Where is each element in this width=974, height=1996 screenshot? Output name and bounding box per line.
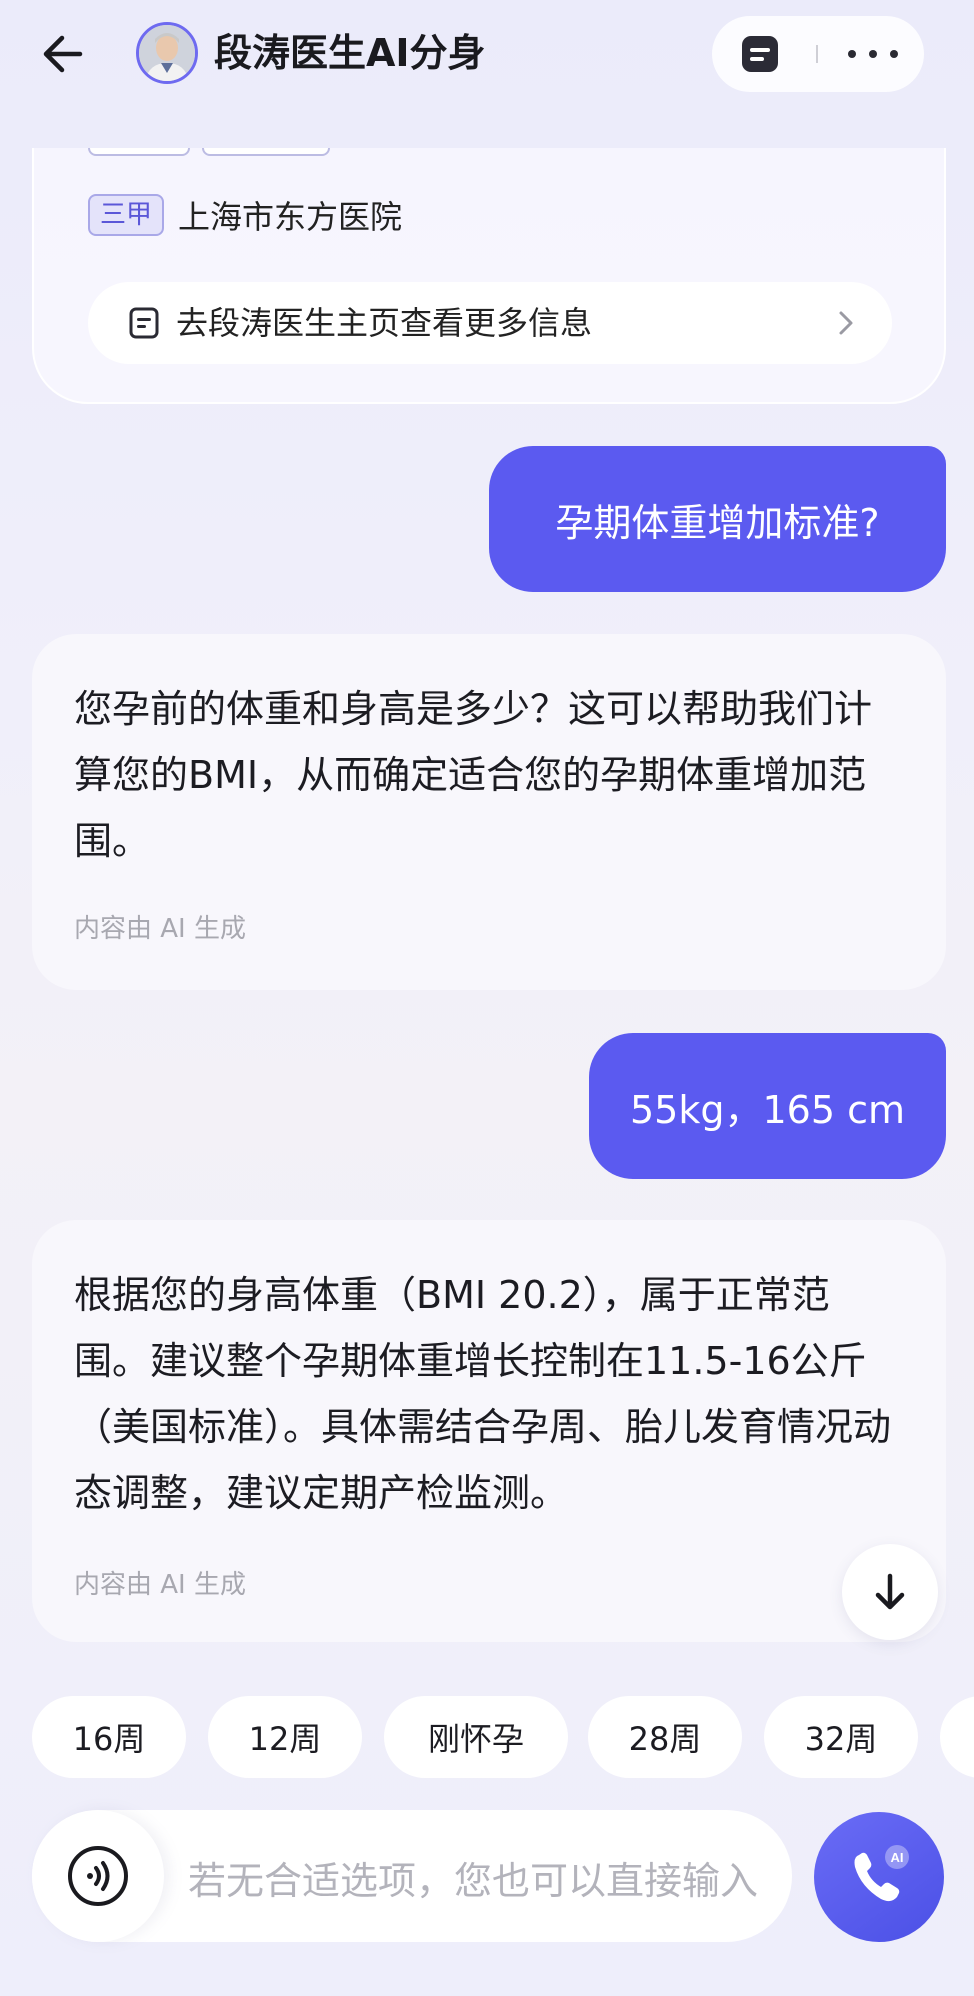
- user-message-text: 孕期体重增加标准?: [555, 500, 880, 545]
- ai-call-button[interactable]: AI: [814, 1812, 944, 1942]
- ai-message: 根据您的身高体重（BMI 20.2），属于正常范围。建议整个孕期体重增长控制在1…: [32, 1220, 946, 1642]
- arrow-down-icon: [875, 1573, 905, 1610]
- hospital-tier-badge: 三甲: [88, 194, 165, 236]
- quick-reply-chip[interactable]: 刚怀孕: [384, 1696, 568, 1778]
- quick-reply-chip[interactable]: 12周: [208, 1696, 362, 1778]
- doctor-homepage-link[interactable]: 去段涛医生主页查看更多信息: [88, 282, 892, 364]
- ai-message-text: 根据您的身高体重（BMI 20.2），属于正常范围。建议整个孕期体重增长控制在1…: [74, 1273, 892, 1515]
- user-message-text: 55kg，165 cm: [630, 1087, 905, 1132]
- user-message: 孕期体重增加标准?: [489, 446, 946, 592]
- more-options-icon[interactable]: [848, 34, 898, 74]
- quick-reply-chip[interactable]: 32周: [764, 1696, 918, 1778]
- quick-reply-chip-partial[interactable]: [940, 1696, 974, 1778]
- user-message: 55kg，165 cm: [589, 1033, 946, 1179]
- top-bar: 段涛医生AI分身: [0, 0, 974, 110]
- homepage-link-label: 去段涛医生主页查看更多信息: [176, 304, 593, 342]
- doctor-card: 妇产科 主任医师 三甲 上海市东方医院 去段涛医生主页查看更多信息: [0, 148, 974, 418]
- hospital-row: 三甲 上海市东方医院: [88, 192, 402, 238]
- title-tag: 主任医师: [202, 148, 331, 156]
- voice-input-button[interactable]: [32, 1810, 164, 1942]
- chevron-right-icon: [836, 309, 856, 337]
- doctor-card-body: 妇产科 主任医师 三甲 上海市东方医院 去段涛医生主页查看更多信息: [32, 148, 946, 404]
- document-icon: [128, 307, 160, 339]
- department-tag: 妇产科: [88, 148, 191, 156]
- ai-message: 您孕前的体重和身高是多少？这可以帮助我们计算您的BMI，从而确定适合您的孕期体重…: [32, 634, 946, 990]
- doctor-avatar[interactable]: [136, 22, 198, 84]
- notes-icon[interactable]: [740, 34, 780, 74]
- voice-icon: [68, 1846, 128, 1906]
- message-input-placeholder[interactable]: 若无合适选项，您也可以直接输入: [188, 1850, 778, 1905]
- quick-reply-row: 16周 12周 刚怀孕 28周 32周: [32, 1696, 974, 1780]
- back-arrow-icon[interactable]: [36, 28, 88, 80]
- top-actions-pill: [712, 16, 924, 92]
- doctor-tags: 妇产科 主任医师: [88, 148, 331, 156]
- message-input-box[interactable]: 若无合适选项，您也可以直接输入: [32, 1810, 792, 1942]
- divider: [816, 45, 818, 63]
- phone-icon: AI: [854, 1845, 909, 1902]
- ai-generated-note: 内容由 AI 生成: [74, 914, 246, 944]
- ai-generated-note: 内容由 AI 生成: [74, 1570, 246, 1600]
- quick-reply-chip[interactable]: 28周: [588, 1696, 742, 1778]
- page-title: 段涛医生AI分身: [214, 31, 486, 75]
- hospital-name: 上海市东方医院: [178, 198, 403, 236]
- quick-reply-chip[interactable]: 16周: [32, 1696, 186, 1778]
- ai-message-text: 您孕前的体重和身高是多少？这可以帮助我们计算您的BMI，从而确定适合您的孕期体重…: [74, 687, 873, 863]
- ai-badge: AI: [891, 1850, 904, 1865]
- scroll-to-bottom-button[interactable]: [842, 1544, 938, 1640]
